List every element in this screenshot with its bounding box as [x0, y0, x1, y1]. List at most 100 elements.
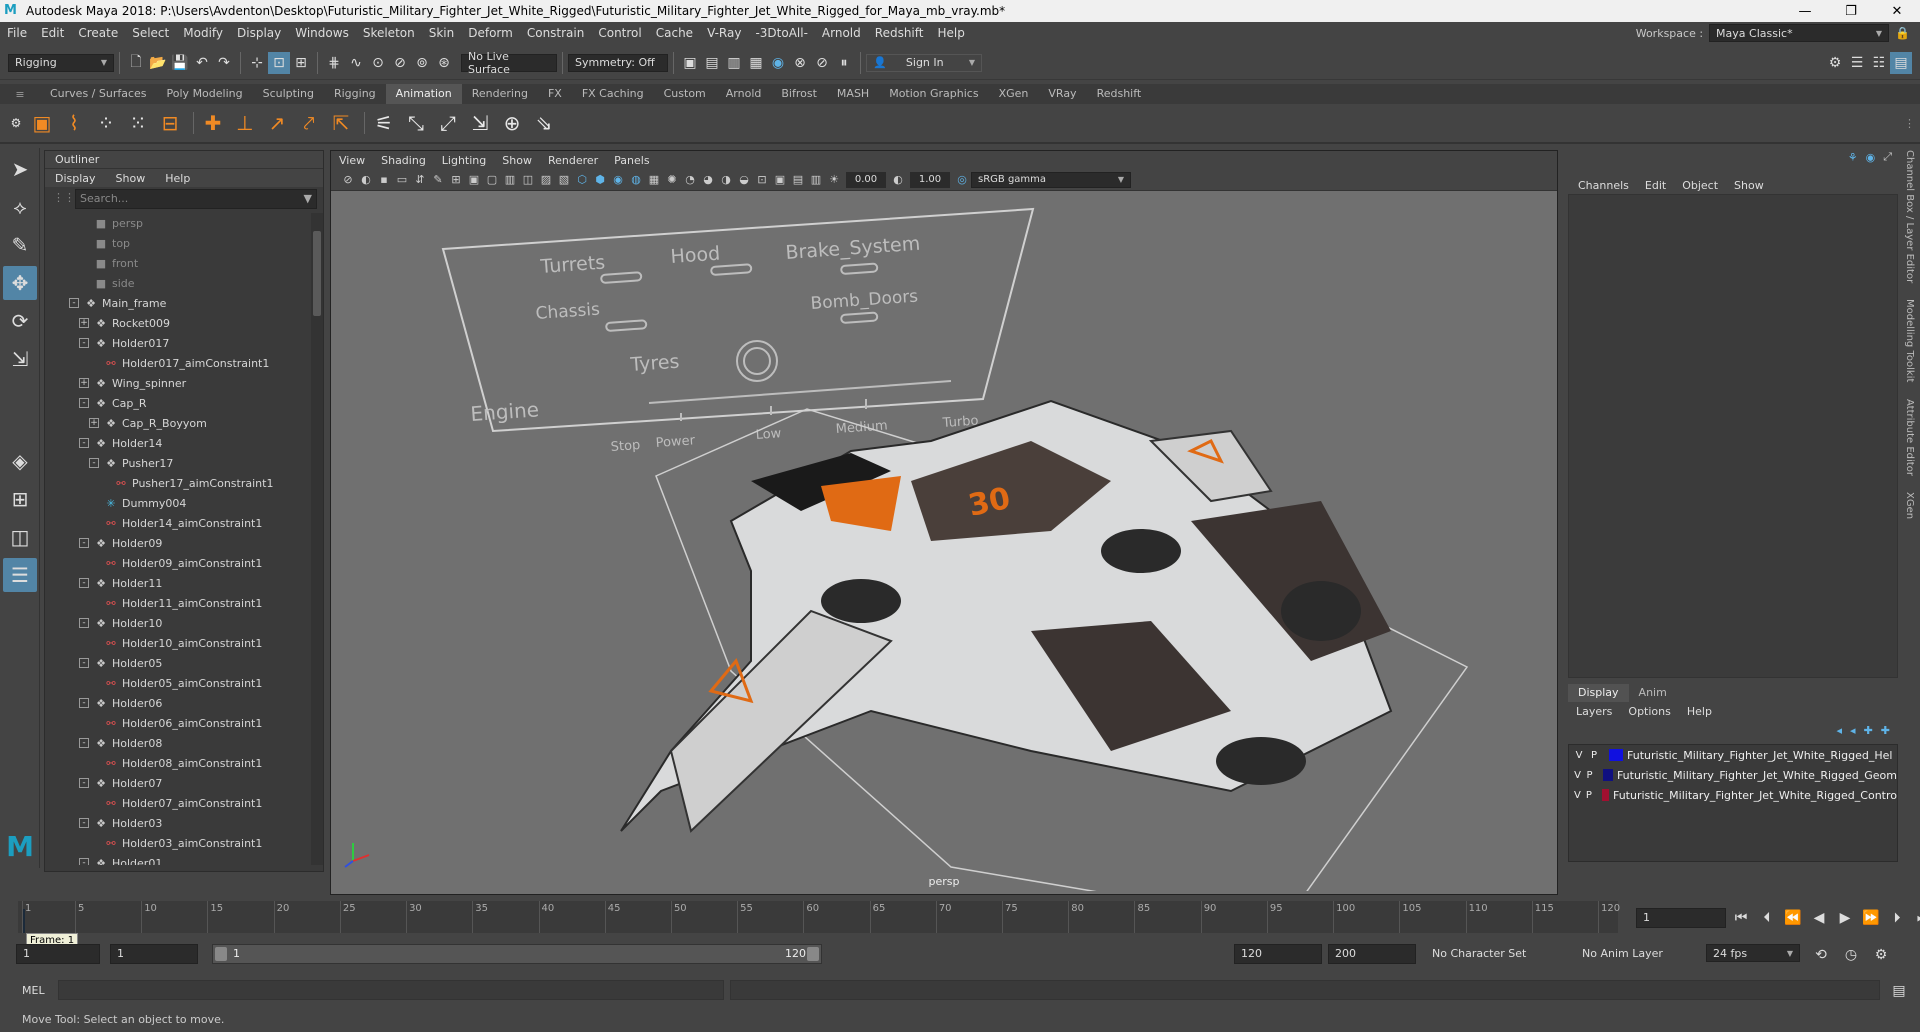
layer-playback-toggle[interactable]: P [1589, 750, 1599, 761]
new-layer-selected-icon[interactable]: ✚ [1881, 724, 1890, 737]
outliner-menu-help[interactable]: Help [155, 172, 200, 185]
animation-prefs-icon[interactable]: ⚙ [1870, 944, 1892, 966]
outliner-item[interactable]: ✳ Dummy004 [45, 493, 307, 513]
motion-blur-icon[interactable]: ◑ [717, 171, 735, 189]
expand-toggle-icon[interactable]: - [79, 438, 89, 448]
layer-visibility-toggle[interactable]: V [1574, 790, 1581, 801]
outliner-item[interactable]: - ❖ Holder11 [45, 573, 307, 593]
pole-vector-icon[interactable]: ⇘ [530, 108, 558, 138]
expand-toggle-icon[interactable]: - [79, 658, 89, 668]
scene-canvas[interactable]: Turrets Hood Brake_System Chassis Bomb_D… [331, 191, 1558, 891]
layer-color-swatch[interactable] [1601, 789, 1609, 801]
outliner-item[interactable]: - ❖ Holder08 [45, 733, 307, 753]
snap-point-icon[interactable]: ⊙ [367, 52, 389, 74]
menu-help[interactable]: Help [930, 26, 971, 40]
step-forward-key-icon[interactable]: ⏩ [1860, 907, 1882, 929]
undo-icon[interactable]: ↶ [191, 52, 213, 74]
layer-visibility-toggle[interactable]: V [1574, 770, 1581, 781]
modeling-toolkit-icon[interactable]: ⚙ [1824, 52, 1846, 74]
render-setup-icon[interactable]: ⊗ [789, 52, 811, 74]
side-tab-attribute-editor[interactable]: Attribute Editor [1904, 399, 1915, 476]
snap-view-icon[interactable]: ⊘ [389, 52, 411, 74]
viewport-menu-show[interactable]: Show [494, 154, 540, 167]
menu-constrain[interactable]: Constrain [520, 26, 592, 40]
viewport-menu-lighting[interactable]: Lighting [434, 154, 494, 167]
outliner-menu-display[interactable]: Display [45, 172, 106, 185]
shelf-tab-redshift[interactable]: Redshift [1087, 84, 1152, 104]
channel-menu-object[interactable]: Object [1674, 179, 1726, 192]
hypershade-icon[interactable]: ◉ [767, 52, 789, 74]
expand-toggle-icon[interactable]: - [89, 458, 99, 468]
four-view-layout-icon[interactable]: ⊞ [3, 482, 37, 516]
motion-trail-icon[interactable]: ⌇ [60, 108, 88, 138]
menu-v-ray[interactable]: V-Ray [700, 26, 748, 40]
sign-in-button[interactable]: 👤 Sign In ▼ [866, 53, 982, 72]
display-layer-row[interactable]: V P Futuristic_Military_Fighter_Jet_White_… [1569, 745, 1897, 765]
outliner-item[interactable]: - ❖ Main_frame [45, 293, 307, 313]
outliner-item[interactable]: ⚯ Pusher17_aimConstraint1 [45, 473, 307, 493]
menu-3dtoall[interactable]: -3DtoAll- [748, 26, 814, 40]
outliner-item[interactable]: ⚯ Holder017_aimConstraint1 [45, 353, 307, 373]
menu-skeleton[interactable]: Skeleton [356, 26, 422, 40]
exposure-field[interactable]: 0.00 [846, 171, 886, 188]
textured-icon[interactable]: ▦ [645, 171, 663, 189]
expand-toggle-icon[interactable]: - [79, 818, 89, 828]
expand-toggle-icon[interactable]: - [79, 738, 89, 748]
shelf-scroll-icon[interactable]: ⋮ [1904, 117, 1920, 130]
shelf-options-icon[interactable]: ⚙ [8, 108, 24, 138]
shelf-tab-vray[interactable]: VRay [1038, 84, 1086, 104]
expand-toggle-icon[interactable]: - [69, 298, 79, 308]
channel-menu-edit[interactable]: Edit [1637, 179, 1674, 192]
outliner-scrollbar[interactable] [311, 213, 323, 865]
expand-toggle-icon[interactable]: - [79, 578, 89, 588]
scene-end-field[interactable]: 200 [1328, 944, 1416, 964]
playback-start-field[interactable]: 1 [110, 944, 198, 964]
image-plane-icon[interactable]: ▭ [393, 171, 411, 189]
point-constraint-icon[interactable]: ⤢ [434, 108, 462, 138]
outliner-item[interactable]: ■ top [45, 233, 307, 253]
select-tool-icon[interactable]: ➤ [3, 152, 37, 186]
menu-control[interactable]: Control [591, 26, 648, 40]
anti-alias-icon[interactable]: ◒ [735, 171, 753, 189]
scene-start-field[interactable]: 1 [16, 944, 100, 964]
viewport-menu-view[interactable]: View [331, 154, 373, 167]
menu-arnold[interactable]: Arnold [815, 26, 868, 40]
menu-create[interactable]: Create [71, 26, 125, 40]
field-chart-icon[interactable]: ◫ [519, 171, 537, 189]
current-frame-field[interactable]: 1 [1636, 908, 1726, 928]
layer-tab-display[interactable]: Display [1568, 684, 1629, 702]
isolate-select-icon[interactable]: ⊡ [753, 171, 771, 189]
menu-redshift[interactable]: Redshift [868, 26, 931, 40]
bind-skin-icon[interactable]: ⚟ [370, 108, 398, 138]
shelf-tab-poly-modeling[interactable]: Poly Modeling [157, 84, 253, 104]
layer-tab-anim[interactable]: Anim [1629, 684, 1677, 702]
outliner-item[interactable]: ⚯ Holder14_aimConstraint1 [45, 513, 307, 533]
new-scene-icon[interactable]: 🗋 [125, 52, 147, 74]
shelf-tab-curves-surfaces[interactable]: Curves / Surfaces [40, 84, 157, 104]
playback-end-field[interactable]: 120 [1234, 944, 1322, 964]
bake-icon[interactable]: ⊟ [156, 108, 184, 138]
menu-deform[interactable]: Deform [461, 26, 520, 40]
expand-toggle-icon[interactable]: - [79, 398, 89, 408]
select-object-icon[interactable]: ⊡ [268, 51, 290, 74]
camera-attributes-icon[interactable]: ◐ [357, 171, 375, 189]
outliner-item[interactable]: ■ front [45, 253, 307, 273]
resolution-gate-icon[interactable]: ▢ [483, 171, 501, 189]
outliner-item[interactable]: - ❖ Holder06 [45, 693, 307, 713]
menu-edit[interactable]: Edit [34, 26, 71, 40]
outliner-item[interactable]: ⚯ Holder10_aimConstraint1 [45, 633, 307, 653]
outliner-item[interactable]: ⚯ Holder11_aimConstraint1 [45, 593, 307, 613]
layer-move-down-icon[interactable]: ◂ [1850, 724, 1856, 737]
shelf-tab-mash[interactable]: MASH [827, 84, 879, 104]
shelf-tab-fx-caching[interactable]: FX Caching [572, 84, 654, 104]
mirror-joint-icon[interactable]: ⊥ [231, 108, 259, 138]
ik-spline-icon[interactable]: ⤤ [295, 108, 323, 138]
outliner-item[interactable]: - ❖ Holder10 [45, 613, 307, 633]
xray-active-icon[interactable]: ▥ [807, 171, 825, 189]
shelf-tab-arnold[interactable]: Arnold [716, 84, 772, 104]
command-input[interactable] [58, 980, 724, 1000]
outliner-layout-icon[interactable]: ☰ [3, 558, 37, 592]
outliner-item[interactable]: - ❖ Holder017 [45, 333, 307, 353]
viewport-menu-panels[interactable]: Panels [606, 154, 657, 167]
layer-playback-toggle[interactable]: P [1586, 770, 1593, 781]
